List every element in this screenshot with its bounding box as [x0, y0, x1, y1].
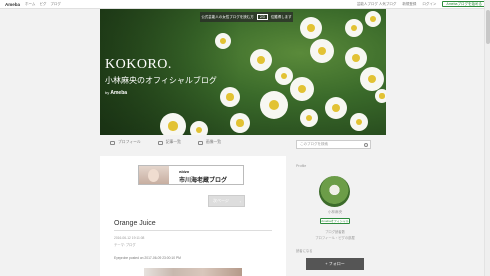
by-prefix: by	[105, 90, 110, 95]
sidebar-heading-profile: Profile	[296, 164, 307, 168]
post-title[interactable]: Orange Juice	[114, 220, 156, 227]
banner-line2: 市川海老蔵ブログ	[179, 178, 228, 184]
post-posted-line: Eyeprobe posted on 2017-06-09 23:00:10 P…	[114, 256, 181, 260]
next-page-label: 次ページ	[213, 198, 229, 203]
scrollbar-thumb[interactable]	[486, 10, 490, 44]
daisy-flower	[310, 39, 334, 63]
blog-title[interactable]: KOKORO.	[105, 57, 172, 73]
banner-face	[148, 169, 159, 182]
ranking-notice[interactable]: 公式芸能人の女性ブログを読む方 2/3 位獲得します	[200, 12, 293, 22]
daisy-flower	[220, 87, 240, 107]
profile-icon	[110, 140, 115, 145]
login-link[interactable]: ログイン	[422, 2, 436, 7]
tab-profile-label: プロフィール	[118, 140, 141, 144]
notice-text: 公式芸能人の女性ブログを読む方	[201, 14, 254, 19]
ameba-top-bar: Ameba ホーム ピグ ブログ 芸能人ブログ 人気ブログ 新規登録 ログイン …	[0, 0, 490, 9]
notice-number: 2/3	[256, 14, 268, 20]
ameba-bar-right: 芸能人ブログ 人気ブログ 新規登録 ログイン Amebaブログを始める	[357, 1, 486, 7]
daisy-flower	[160, 113, 186, 135]
banner-line1: ebizo	[179, 169, 190, 174]
daisy-flower	[375, 89, 386, 103]
post-photo[interactable]	[144, 268, 242, 276]
sidebar-heading-follow: 読者になる	[296, 249, 313, 253]
next-page-button[interactable]: 次ページ ›	[208, 195, 245, 207]
blog-header-image: 公式芸能人の女性ブログを読む方 2/3 位獲得します KOKORO. 小林麻央の…	[100, 9, 386, 135]
profile-links[interactable]: プロフィール・ピグの部屋	[296, 235, 374, 240]
avatar[interactable]	[319, 176, 350, 207]
search-icon[interactable]	[364, 143, 368, 147]
blog-tabs: プロフィール 記事一覧 画像一覧	[110, 140, 221, 145]
nav-home-link[interactable]: ホーム	[25, 2, 35, 7]
post-divider	[114, 230, 272, 231]
follow-button[interactable]: + フォロー	[306, 258, 364, 270]
ameba-logo[interactable]: Ameba	[5, 2, 20, 7]
tab-profile[interactable]: プロフィール	[110, 140, 141, 145]
daisy-flower	[290, 77, 314, 101]
daisy-flower	[190, 121, 208, 135]
celebrity-blog-link[interactable]: 芸能人ブログ 人気ブログ	[357, 2, 396, 7]
blog-subtitle: 小林麻央のオフィシャルブログ	[105, 76, 217, 85]
ameba-nav: ホーム ピグ ブログ	[25, 2, 61, 7]
daisy-flower	[260, 91, 288, 119]
list-icon	[157, 140, 163, 145]
post-theme[interactable]: テーマ: ブログ	[114, 242, 136, 247]
daisy-flower	[325, 97, 347, 119]
daisy-flower	[300, 109, 318, 127]
search-placeholder: このブログを検索	[300, 142, 328, 146]
official-badge: Amebaオフィシャル	[320, 218, 350, 224]
start-blog-button[interactable]: Amebaブログを始める	[442, 1, 486, 7]
tab-images-label: 画像一覧	[205, 140, 222, 144]
daisy-flower	[365, 11, 381, 27]
nav-blog-link[interactable]: ブログ	[50, 2, 61, 7]
tab-entries[interactable]: 記事一覧	[157, 140, 181, 145]
signup-link[interactable]: 新規登録	[402, 2, 416, 7]
daisy-flower	[215, 33, 231, 49]
blog-search-input[interactable]: このブログを検索	[296, 140, 371, 149]
chevron-right-icon: ›	[239, 198, 241, 204]
daisy-flower	[230, 113, 250, 133]
post-date: 2016-06-12 19:11:08	[114, 236, 145, 240]
banner-photo	[139, 166, 169, 184]
daisy-flower	[275, 67, 293, 85]
reader-count: ブログ読者数	[325, 230, 345, 234]
notice-suffix: 位獲得します	[270, 14, 292, 19]
daisy-flower	[300, 17, 322, 39]
daisy-flower	[360, 67, 384, 91]
profile-name[interactable]: 小林麻央	[296, 210, 374, 215]
by-ameba: by Ameba	[105, 90, 127, 96]
camera-icon	[197, 140, 203, 145]
daisy-flower	[345, 47, 367, 69]
daisy-flower	[345, 19, 363, 37]
by-brand: Ameba	[110, 90, 128, 96]
main-content: ebizo 市川海老蔵ブログ 次ページ › Orange Juice 2016-…	[100, 156, 286, 276]
scrollbar[interactable]	[484, 0, 490, 276]
ebizo-blog-banner[interactable]: ebizo 市川海老蔵ブログ	[138, 165, 244, 185]
daisy-flower	[250, 49, 272, 71]
nav-pigg-link[interactable]: ピグ	[39, 2, 46, 7]
daisy-flower	[350, 113, 368, 131]
tab-images[interactable]: 画像一覧	[197, 140, 222, 145]
tab-entries-label: 記事一覧	[165, 140, 181, 144]
